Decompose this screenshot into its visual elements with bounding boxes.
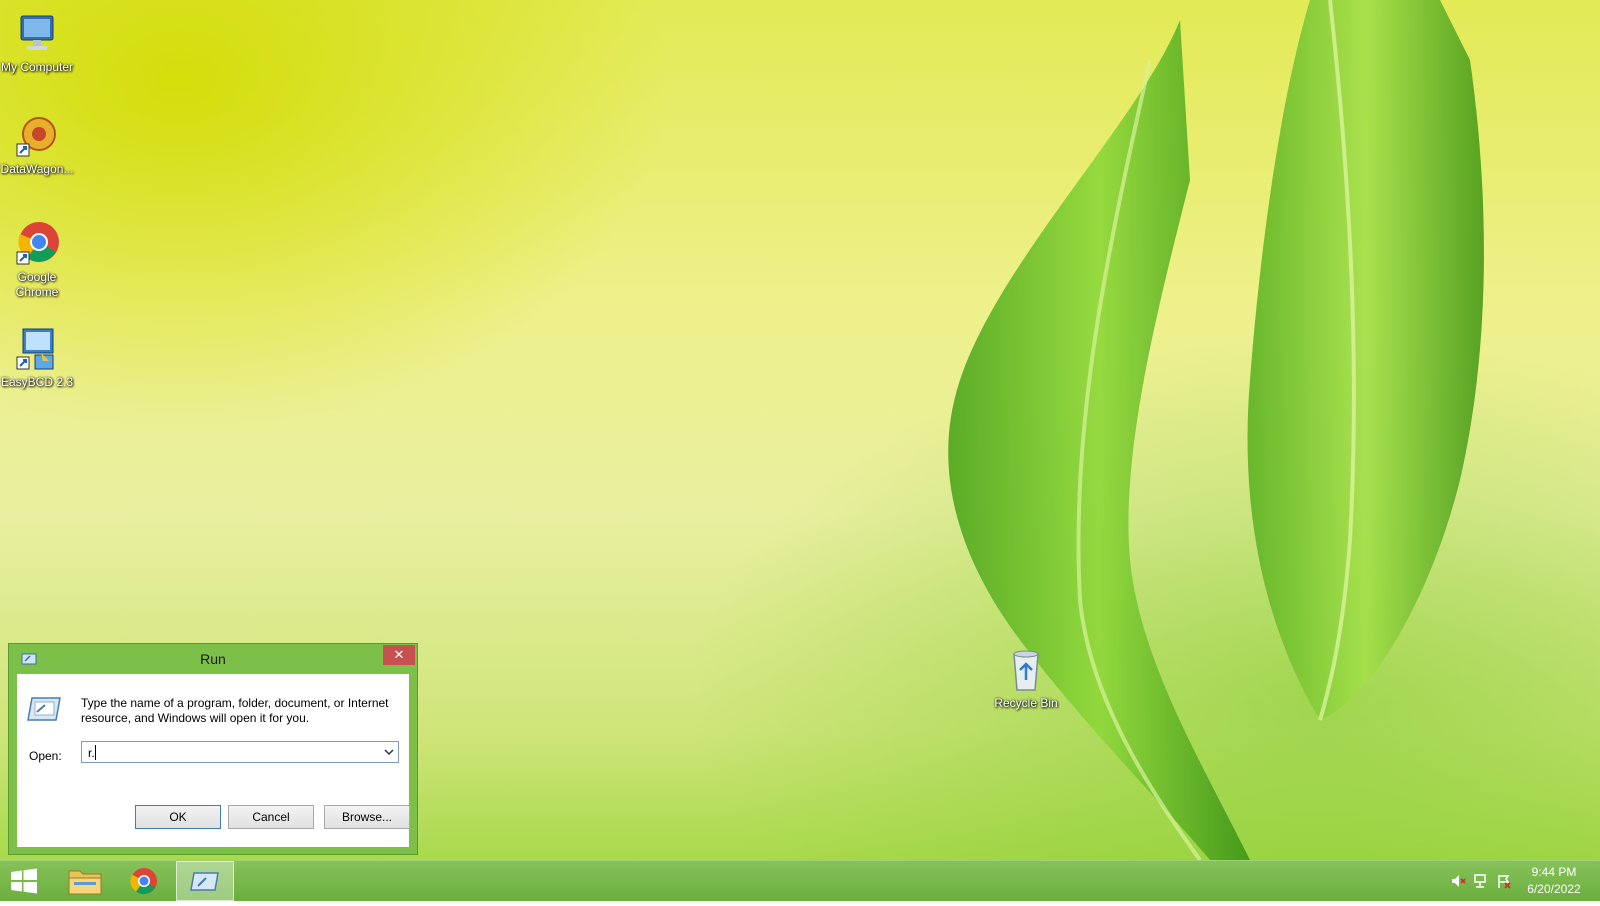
desktop-icon-label: Recycle Bin	[994, 696, 1058, 710]
browse-button[interactable]: Browse...	[324, 805, 410, 829]
volume-muted-icon[interactable]	[1450, 873, 1466, 889]
desktop-icon-label: EasyBCD 2.3	[0, 375, 74, 389]
text-caret	[95, 745, 96, 760]
open-input-value[interactable]: r.	[88, 746, 95, 760]
computer-icon	[20, 15, 54, 50]
desktop-icon-recycle-bin[interactable]: Recycle Bin	[988, 646, 1064, 711]
run-dialog-body: Type the name of a program, folder, docu…	[17, 674, 410, 847]
start-icon	[11, 868, 37, 894]
start-button[interactable]	[0, 861, 48, 901]
desktop-icon-google-chrome[interactable]: Google Chrome	[0, 220, 74, 300]
desktop-icon-label: Google Chrome	[15, 270, 59, 299]
taskbar-file-explorer[interactable]	[56, 861, 114, 901]
easybcd-icon	[16, 328, 54, 370]
cancel-button[interactable]: Cancel	[228, 805, 314, 829]
recycle-bin-icon	[1013, 650, 1039, 691]
run-dialog: Run ✕ Type the name of a program, folder…	[8, 643, 418, 855]
file-explorer-icon	[68, 870, 102, 895]
desktop-icon-label: DataWagon...	[0, 162, 74, 176]
open-combobox[interactable]: r.	[81, 741, 399, 763]
desktop-icon-datawagon[interactable]: DataWagon...	[0, 112, 74, 177]
taskbar-run[interactable]	[176, 861, 234, 901]
desktop: My Computer DataWagon... Google Chrome E…	[0, 0, 1600, 860]
run-dialog-title: Run	[200, 651, 226, 667]
clock-date[interactable]: 6/20/2022	[1514, 882, 1594, 896]
desktop-icon-label: My Computer	[0, 60, 74, 74]
chevron-down-icon[interactable]	[382, 744, 396, 760]
chrome-icon	[130, 868, 157, 895]
desktop-icon-easybcd[interactable]: EasyBCD 2.3	[0, 325, 74, 390]
network-icon[interactable]	[1473, 873, 1489, 889]
ok-button[interactable]: OK	[135, 805, 221, 829]
taskbar: 9:44 PM 6/20/2022	[0, 860, 1600, 901]
run-icon	[190, 872, 219, 891]
open-label: Open:	[29, 749, 62, 763]
datawagon-icon	[16, 117, 56, 157]
run-program-icon	[27, 697, 61, 721]
chrome-icon	[16, 222, 59, 265]
run-description: Type the name of a program, folder, docu…	[81, 696, 389, 725]
clock-time[interactable]: 9:44 PM	[1514, 865, 1594, 879]
close-button[interactable]: ✕	[383, 645, 415, 665]
run-titlebar[interactable]: Run ✕	[9, 644, 417, 674]
taskbar-chrome[interactable]	[118, 861, 176, 901]
desktop-icon-my-computer[interactable]: My Computer	[0, 10, 74, 75]
action-center-icon[interactable]	[1496, 873, 1512, 889]
